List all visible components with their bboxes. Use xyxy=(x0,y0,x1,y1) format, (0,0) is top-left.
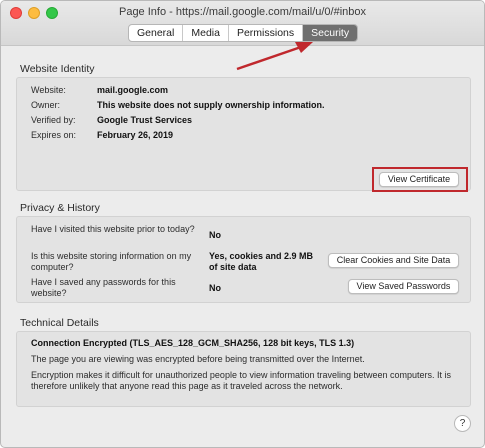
tab-general[interactable]: General xyxy=(129,25,184,41)
passwords-answer: No xyxy=(209,283,221,293)
visited-question: Have I visited this website prior to tod… xyxy=(31,224,195,234)
storing-question: Is this website storing information on m… xyxy=(31,251,192,272)
verified-by-value: Google Trust Services xyxy=(97,115,193,125)
page-info-window: Page Info - https://mail.google.com/mail… xyxy=(0,0,485,448)
owner-value: This website does not supply ownership i… xyxy=(97,100,325,110)
storing-answer: Yes, cookies and 2.9 MB of site data xyxy=(209,251,314,272)
privacy-history-title: Privacy & History xyxy=(20,202,100,214)
annotation-arrow xyxy=(236,42,313,71)
website-value: mail.google.com xyxy=(97,85,169,95)
window-title: Page Info - https://mail.google.com/mail… xyxy=(118,6,367,18)
technical-details-box: Connection Encrypted (TLS_AES_128_GCM_SH… xyxy=(16,331,471,407)
privacy-history-box: Have I visited this website prior to tod… xyxy=(16,216,471,303)
view-saved-passwords-button[interactable]: View Saved Passwords xyxy=(348,279,459,294)
clear-cookies-button[interactable]: Clear Cookies and Site Data xyxy=(328,253,459,268)
encryption-line2: Encryption makes it difficult for unauth… xyxy=(31,370,452,391)
encryption-heading: Connection Encrypted (TLS_AES_128_GCM_SH… xyxy=(31,338,355,348)
question-mark-icon[interactable]: ? xyxy=(454,415,471,432)
visited-answer: No xyxy=(209,230,221,240)
tab-media[interactable]: Media xyxy=(183,25,229,41)
expires-on-value: February 26, 2019 xyxy=(97,130,174,140)
website-label: Website: xyxy=(31,85,66,95)
website-identity-title: Website Identity xyxy=(20,63,95,75)
expires-on-label: Expires on: xyxy=(31,130,77,140)
owner-label: Owner: xyxy=(31,100,61,110)
verified-by-label: Verified by: xyxy=(31,115,76,125)
passwords-question: Have I saved any passwords for this webs… xyxy=(31,277,176,298)
annotation-highlight-box xyxy=(372,167,468,192)
technical-details-title: Technical Details xyxy=(20,317,99,329)
encryption-line1: The page you are viewing was encrypted b… xyxy=(31,354,365,364)
